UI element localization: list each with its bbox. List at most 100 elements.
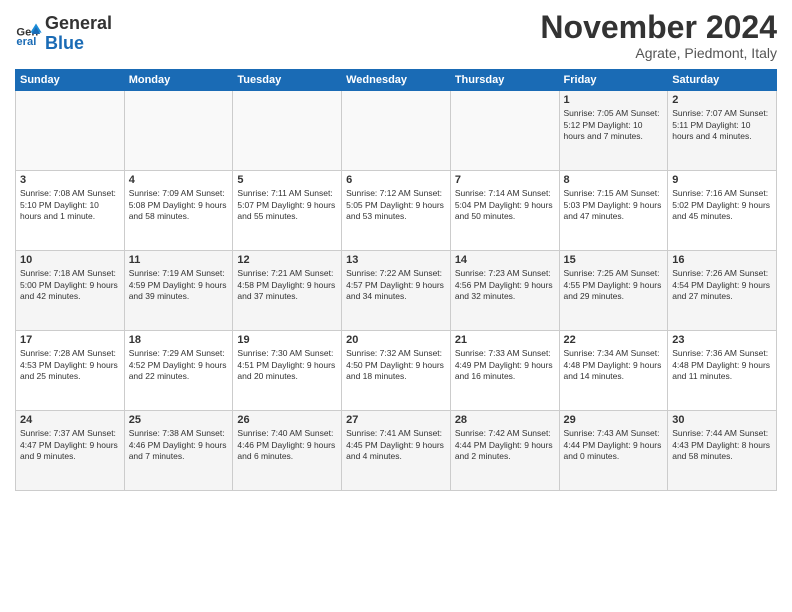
weekday-header: Thursday [450,70,559,91]
calendar-cell: 11Sunrise: 7:19 AM Sunset: 4:59 PM Dayli… [124,251,233,331]
calendar-cell [124,91,233,171]
weekday-header: Tuesday [233,70,342,91]
day-info: Sunrise: 7:22 AM Sunset: 4:57 PM Dayligh… [346,268,446,302]
day-number: 4 [129,174,229,186]
weekday-header: Wednesday [342,70,451,91]
day-info: Sunrise: 7:30 AM Sunset: 4:51 PM Dayligh… [237,348,337,382]
calendar-cell: 20 Sunrise: 7:32 AM Sunset: 4:50 PM Dayli… [342,331,451,411]
title-block: November 2024 Agrate, Piedmont, Italy [540,10,777,61]
day-info: Sunrise: 7:23 AM Sunset: 4:56 PM Dayligh… [455,268,555,302]
calendar-cell: 13 Sunrise: 7:22 AM Sunset: 4:57 PM Dayli… [342,251,451,331]
day-info: Sunrise: 7:37 AM Sunset: 4:47 PM Dayligh… [20,428,120,462]
day-info: Sunrise: 7:18 AM Sunset: 5:00 PM Dayligh… [20,268,120,302]
calendar-cell: 24 Sunrise: 7:37 AM Sunset: 4:47 PM Dayli… [16,411,125,491]
calendar-cell: 1 Sunrise: 7:05 AM Sunset: 5:12 PM Daylig… [559,91,668,171]
day-info: Sunrise: 7:26 AM Sunset: 4:54 PM Dayligh… [672,268,772,302]
day-info: Sunrise: 7:43 AM Sunset: 4:44 PM Dayligh… [564,428,664,462]
day-number: 2 [672,94,772,106]
calendar-cell: 5 Sunrise: 7:11 AM Sunset: 5:07 PM Daylig… [233,171,342,251]
calendar-cell: 2 Sunrise: 7:07 AM Sunset: 5:11 PM Daylig… [668,91,777,171]
calendar-cell [342,91,451,171]
day-number: 27 [346,414,446,426]
weekday-header: Saturday [668,70,777,91]
month-title: November 2024 [540,10,777,45]
day-info: Sunrise: 7:40 AM Sunset: 4:46 PM Dayligh… [237,428,337,462]
day-number: 30 [672,414,772,426]
page-header: Gen eral General Blue November 2024 Agra… [15,10,777,61]
day-info: Sunrise: 7:11 AM Sunset: 5:07 PM Dayligh… [237,188,337,222]
calendar-cell: 29 Sunrise: 7:43 AM Sunset: 4:44 PM Dayli… [559,411,668,491]
day-info: Sunrise: 7:41 AM Sunset: 4:45 PM Dayligh… [346,428,446,462]
day-info: Sunrise: 7:12 AM Sunset: 5:05 PM Dayligh… [346,188,446,222]
logo: Gen eral General Blue [15,14,112,54]
day-number: 13 [346,254,446,266]
calendar-cell: 8 Sunrise: 7:15 AM Sunset: 5:03 PM Daylig… [559,171,668,251]
calendar-cell [233,91,342,171]
day-number: 17 [20,334,120,346]
day-info: Sunrise: 7:28 AM Sunset: 4:53 PM Dayligh… [20,348,120,382]
calendar-cell: 30 Sunrise: 7:44 AM Sunset: 4:43 PM Dayli… [668,411,777,491]
day-info: Sunrise: 7:08 AM Sunset: 5:10 PM Dayligh… [20,188,120,222]
day-number: 23 [672,334,772,346]
day-info: Sunrise: 7:05 AM Sunset: 5:12 PM Dayligh… [564,108,664,142]
day-info: Sunrise: 7:38 AM Sunset: 4:46 PM Dayligh… [129,428,229,462]
day-number: 15 [564,254,664,266]
calendar-cell [16,91,125,171]
day-info: Sunrise: 7:32 AM Sunset: 4:50 PM Dayligh… [346,348,446,382]
calendar-cell: 12 Sunrise: 7:21 AM Sunset: 4:58 PM Dayli… [233,251,342,331]
day-number: 29 [564,414,664,426]
day-number: 24 [20,414,120,426]
day-number: 8 [564,174,664,186]
day-number: 10 [20,254,120,266]
day-number: 6 [346,174,446,186]
svg-text:eral: eral [16,36,36,48]
day-number: 14 [455,254,555,266]
calendar-cell: 4Sunrise: 7:09 AM Sunset: 5:08 PM Daylig… [124,171,233,251]
day-number: 25 [129,414,229,426]
day-info: Sunrise: 7:34 AM Sunset: 4:48 PM Dayligh… [564,348,664,382]
calendar-cell: 10 Sunrise: 7:18 AM Sunset: 5:00 PM Dayli… [16,251,125,331]
calendar-cell: 21Sunrise: 7:33 AM Sunset: 4:49 PM Dayli… [450,331,559,411]
day-number: 12 [237,254,337,266]
weekday-header: Monday [124,70,233,91]
calendar-cell: 9 Sunrise: 7:16 AM Sunset: 5:02 PM Daylig… [668,171,777,251]
day-info: Sunrise: 7:19 AM Sunset: 4:59 PM Dayligh… [129,268,229,302]
calendar-cell: 17 Sunrise: 7:28 AM Sunset: 4:53 PM Dayli… [16,331,125,411]
day-info: Sunrise: 7:36 AM Sunset: 4:48 PM Dayligh… [672,348,772,382]
day-info: Sunrise: 7:15 AM Sunset: 5:03 PM Dayligh… [564,188,664,222]
day-number: 20 [346,334,446,346]
weekday-header: Friday [559,70,668,91]
day-number: 16 [672,254,772,266]
calendar-cell: 15 Sunrise: 7:25 AM Sunset: 4:55 PM Dayli… [559,251,668,331]
calendar-cell: 26 Sunrise: 7:40 AM Sunset: 4:46 PM Dayli… [233,411,342,491]
day-number: 7 [455,174,555,186]
day-number: 26 [237,414,337,426]
day-number: 5 [237,174,337,186]
day-info: Sunrise: 7:25 AM Sunset: 4:55 PM Dayligh… [564,268,664,302]
day-number: 9 [672,174,772,186]
day-info: Sunrise: 7:14 AM Sunset: 5:04 PM Dayligh… [455,188,555,222]
weekday-header: Sunday [16,70,125,91]
day-info: Sunrise: 7:07 AM Sunset: 5:11 PM Dayligh… [672,108,772,142]
day-number: 3 [20,174,120,186]
day-info: Sunrise: 7:29 AM Sunset: 4:52 PM Dayligh… [129,348,229,382]
calendar-cell: 19 Sunrise: 7:30 AM Sunset: 4:51 PM Dayli… [233,331,342,411]
calendar-cell: 28 Sunrise: 7:42 AM Sunset: 4:44 PM Dayli… [450,411,559,491]
calendar-cell: 16 Sunrise: 7:26 AM Sunset: 4:54 PM Dayli… [668,251,777,331]
day-number: 22 [564,334,664,346]
logo-text: General Blue [45,14,112,54]
logo-icon: Gen eral [15,20,43,48]
day-info: Sunrise: 7:33 AM Sunset: 4:49 PM Dayligh… [455,348,555,382]
day-number: 19 [237,334,337,346]
day-number: 1 [564,94,664,106]
calendar-cell: 27 Sunrise: 7:41 AM Sunset: 4:45 PM Dayli… [342,411,451,491]
day-info: Sunrise: 7:42 AM Sunset: 4:44 PM Dayligh… [455,428,555,462]
day-info: Sunrise: 7:44 AM Sunset: 4:43 PM Dayligh… [672,428,772,462]
calendar-cell: 3 Sunrise: 7:08 AM Sunset: 5:10 PM Daylig… [16,171,125,251]
day-info: Sunrise: 7:16 AM Sunset: 5:02 PM Dayligh… [672,188,772,222]
day-info: Sunrise: 7:21 AM Sunset: 4:58 PM Dayligh… [237,268,337,302]
calendar-cell [450,91,559,171]
calendar-cell: 7 Sunrise: 7:14 AM Sunset: 5:04 PM Daylig… [450,171,559,251]
day-number: 28 [455,414,555,426]
calendar-table: SundayMondayTuesdayWednesdayThursdayFrid… [15,69,777,491]
